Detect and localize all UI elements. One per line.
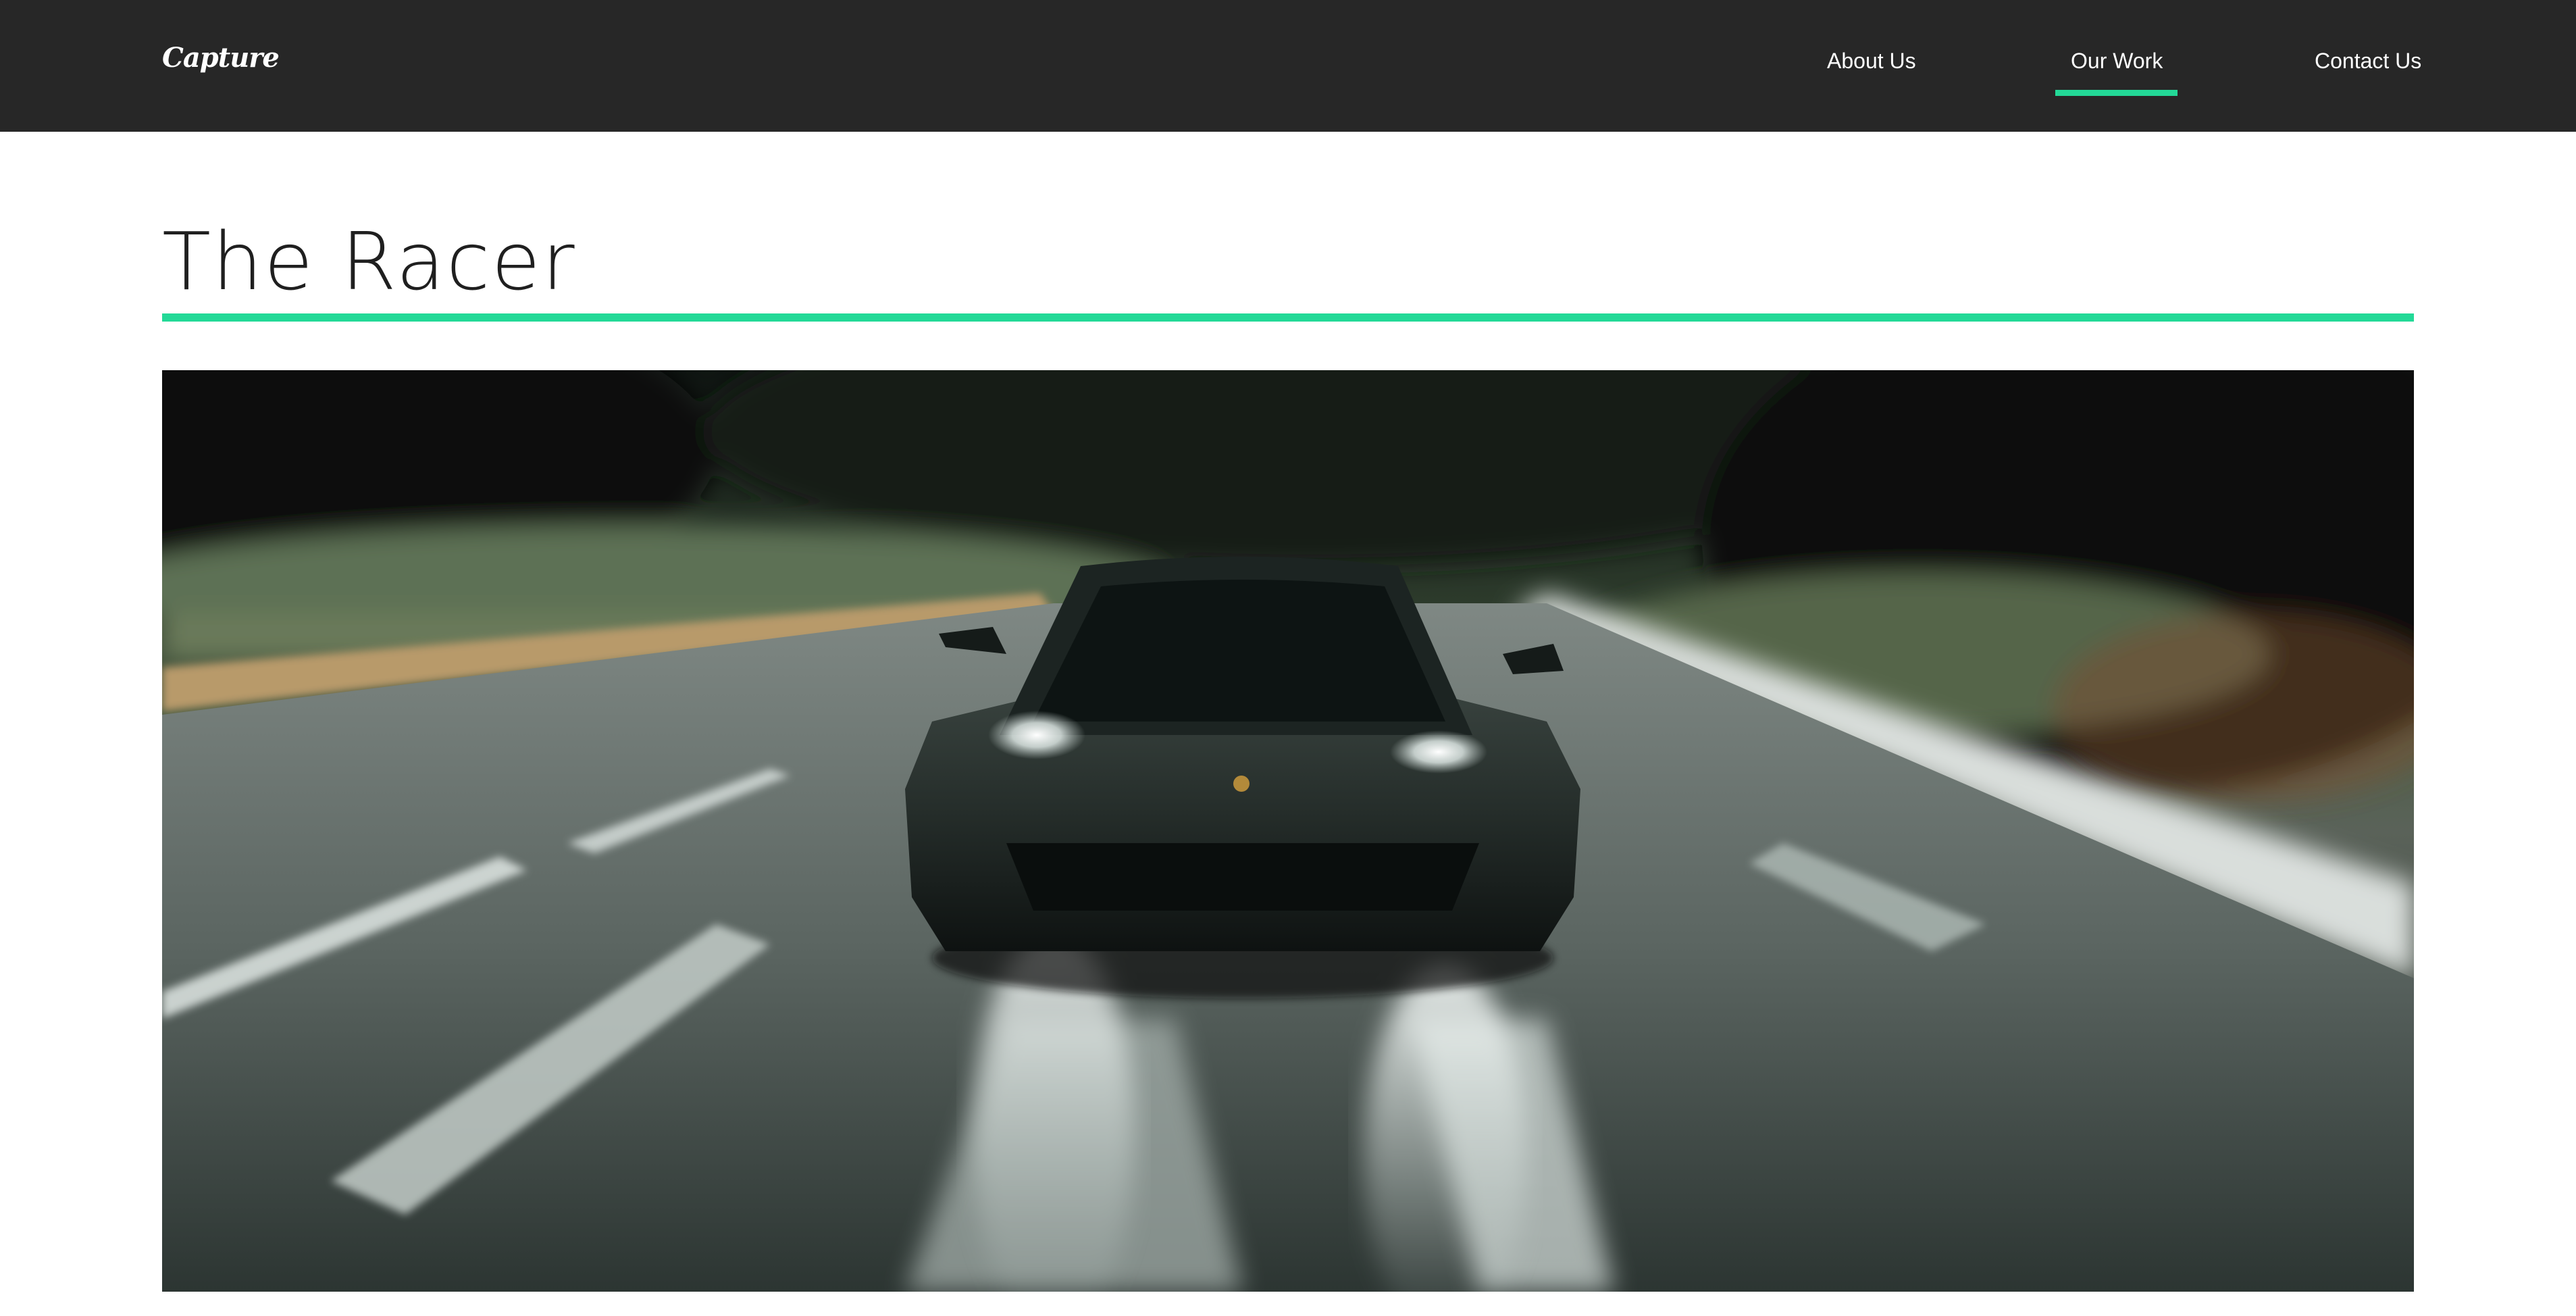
top-navbar: Capture About Us Our Work Contact Us xyxy=(0,0,2576,132)
title-divider xyxy=(162,313,2414,322)
nav-link-contact-us[interactable]: Contact Us xyxy=(2315,49,2421,74)
page-title: The Racer xyxy=(162,215,576,308)
nav-link-our-work[interactable]: Our Work xyxy=(2071,49,2163,74)
hero-image xyxy=(162,370,2414,1292)
nav-link-about-us[interactable]: About Us xyxy=(1827,49,1916,74)
car-photo-icon xyxy=(162,370,2414,1292)
nav-menu: About Us Our Work Contact Us xyxy=(0,0,2576,132)
active-nav-indicator xyxy=(2055,90,2178,96)
